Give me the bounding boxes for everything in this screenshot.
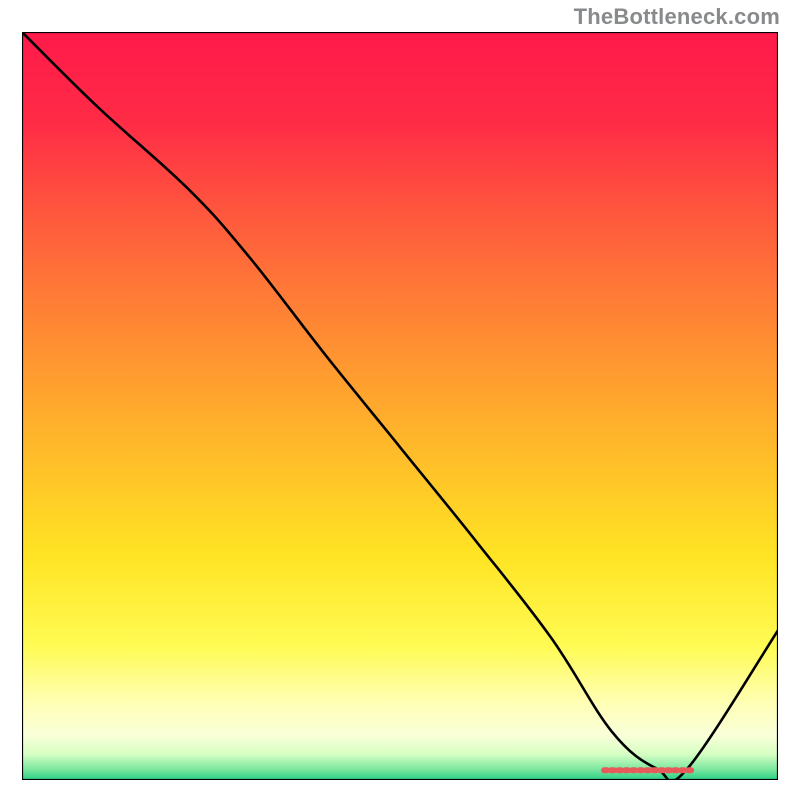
- watermark-text: TheBottleneck.com: [574, 4, 780, 30]
- plot-area: [22, 32, 778, 780]
- bottleneck-chart: TheBottleneck.com: [0, 0, 800, 800]
- chart-svg: [22, 32, 778, 780]
- gradient-fill: [22, 32, 778, 780]
